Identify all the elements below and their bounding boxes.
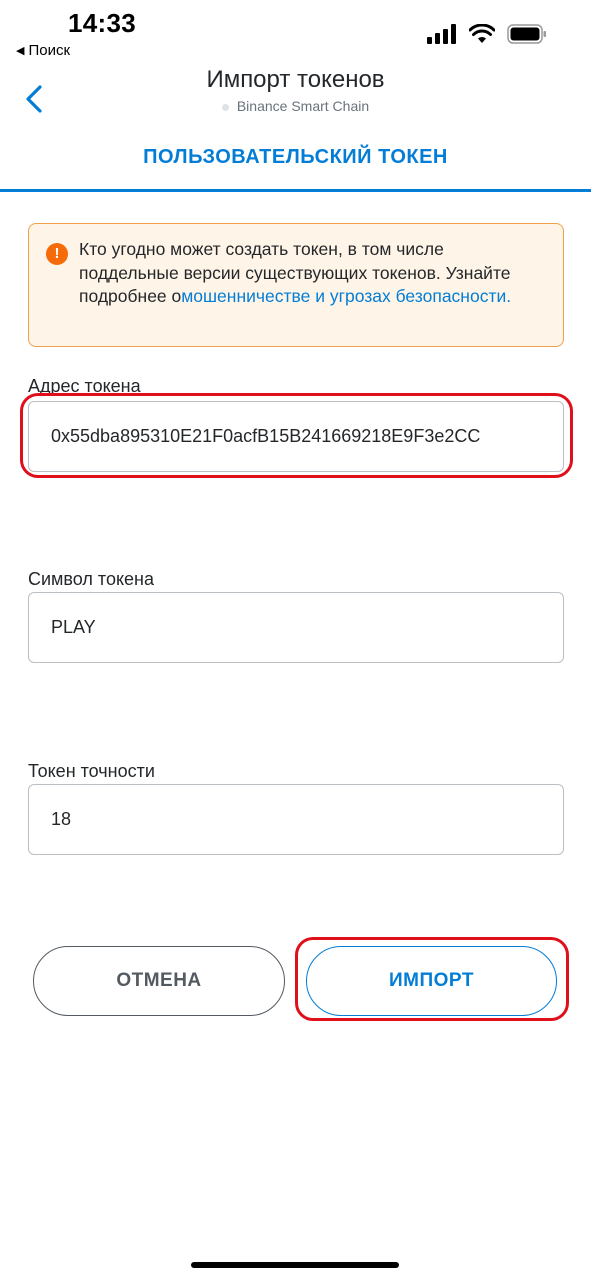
token-symbol-value: PLAY xyxy=(51,617,96,637)
back-triangle-icon: ◀ xyxy=(16,45,25,57)
tab-custom-token[interactable]: ПОЛЬЗОВАТЕЛЬСКИЙ ТОКЕН xyxy=(0,146,591,169)
tab-underline xyxy=(0,189,591,192)
cancel-button[interactable]: ОТМЕНА xyxy=(33,946,285,1016)
network-name: Binance Smart Chain xyxy=(236,98,370,114)
token-address-value: 0x55dba895310E21F0acfB15B241669218E9F3e2… xyxy=(51,426,481,446)
address-label: Адрес токена xyxy=(28,376,141,396)
token-address-input[interactable]: 0x55dba895310E21F0acfB15B241669218E9F3e2… xyxy=(28,401,564,472)
cellular-signal-icon xyxy=(427,24,456,44)
decimals-label: Токен точности xyxy=(28,761,155,781)
page-title: Импорт токенов xyxy=(206,66,385,93)
exclamation-icon: ! xyxy=(46,243,68,265)
scam-info-link[interactable]: мошенничестве и угрозах безопасности. xyxy=(181,286,511,306)
network-subtitle: Binance Smart Chain xyxy=(0,98,591,114)
symbol-label: Символ токена xyxy=(28,569,154,589)
token-decimals-value: 18 xyxy=(51,809,72,829)
token-symbol-input[interactable]: PLAY xyxy=(28,592,564,663)
home-indicator xyxy=(191,1262,399,1268)
wifi-icon xyxy=(469,24,495,43)
network-dot-icon xyxy=(221,103,229,111)
status-icons xyxy=(427,24,547,44)
status-time: 14:33 xyxy=(68,8,136,38)
back-to-app-label: Поиск xyxy=(28,42,71,59)
battery-icon xyxy=(507,24,546,44)
token-decimals-input[interactable]: 18 xyxy=(28,784,564,855)
back-to-app-link[interactable]: ◀ Поиск xyxy=(16,42,70,59)
warning-banner: ! Кто угодно может создать токен, в том … xyxy=(28,223,564,347)
import-button[interactable]: ИМПОРТ xyxy=(306,946,557,1016)
